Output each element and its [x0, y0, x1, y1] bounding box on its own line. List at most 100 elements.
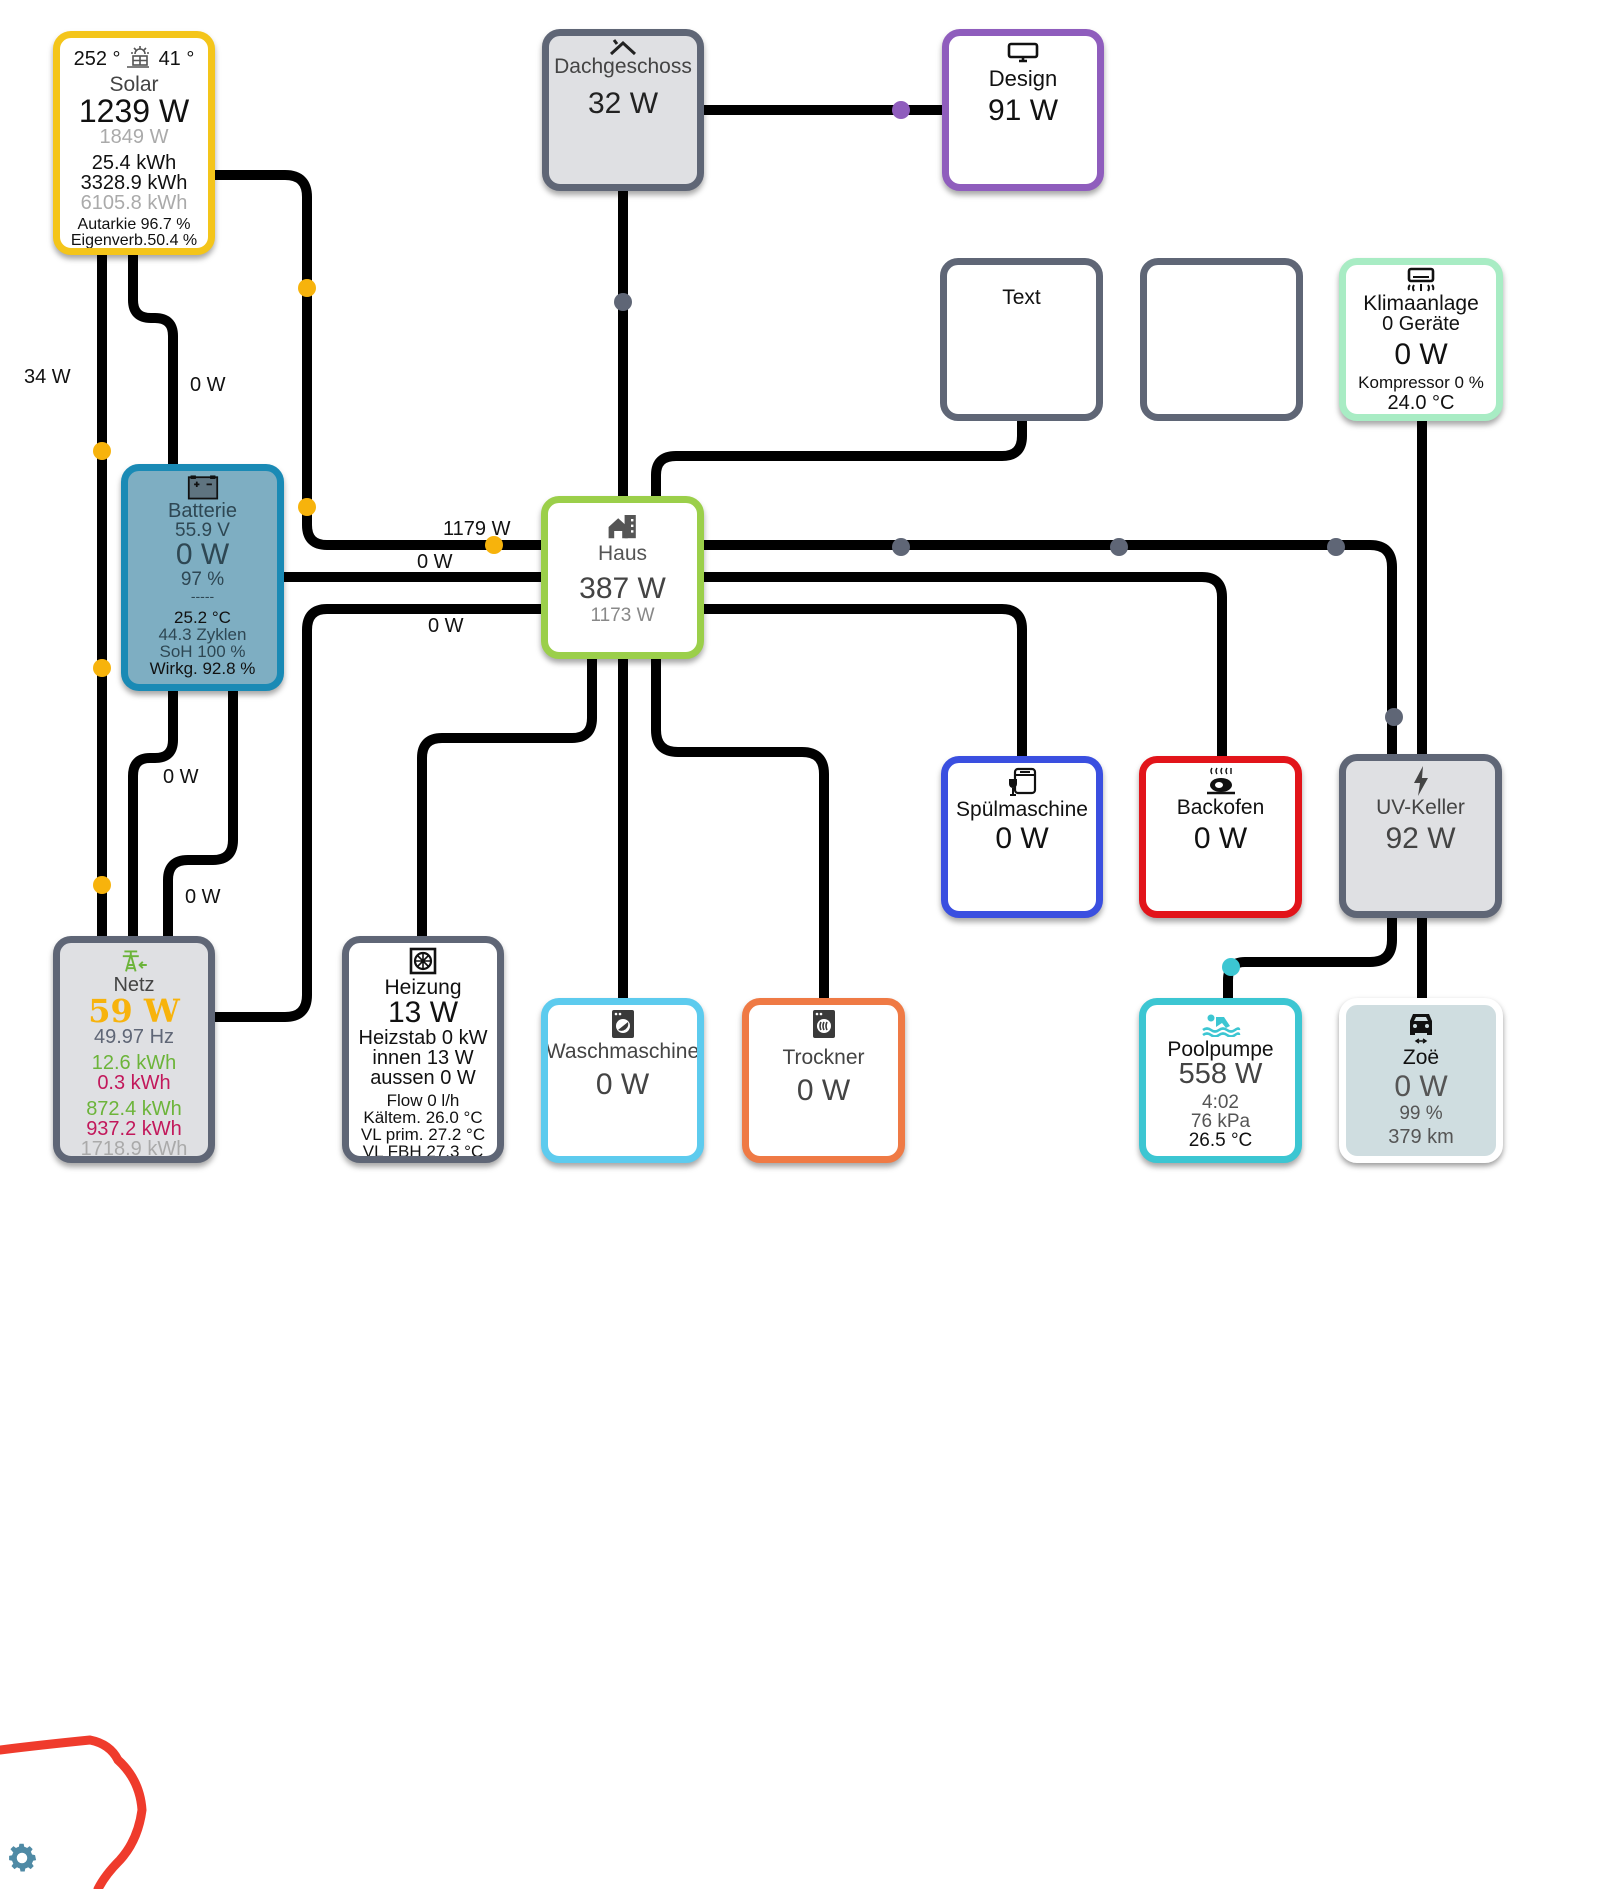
- dryer-node[interactable]: Trockner 0 W: [742, 998, 905, 1163]
- design-power: 91 W: [987, 94, 1059, 127]
- klima-temperature: 24.0 °C: [1387, 392, 1455, 414]
- solar-panel-sun-icon: [123, 44, 157, 74]
- heizung-heating-rod: Heizstab 0 kW: [358, 1027, 488, 1049]
- house-name: Haus: [597, 542, 648, 565]
- solar-self-consumption: Eigenverb.50.4 %: [70, 232, 198, 249]
- uvkeller-power: 92 W: [1385, 822, 1456, 855]
- flow-dot-solar-grid-3: [93, 876, 111, 894]
- line-solar-battery: [128, 254, 178, 464]
- flow-dot-uvkeller-2: [1110, 538, 1128, 556]
- battery-efficiency: Wirkg. 92.8 %: [149, 659, 256, 678]
- klima-devices: 0 Geräte: [1382, 313, 1460, 335]
- washer-name: Waschmaschine: [545, 1040, 700, 1063]
- flow-dot-uvkeller-1: [892, 538, 910, 556]
- grid-power: 59 W: [88, 992, 180, 1030]
- text-label: Text: [1002, 286, 1041, 309]
- pool-node[interactable]: Poolpumpe 558 W 4:02 76 kPa 26.5 °C: [1139, 998, 1302, 1163]
- line-house-heizung: [417, 658, 597, 936]
- dachgeschoss-name: Dachgeschoss: [554, 55, 692, 78]
- battery-temperature: 25.2 °C: [174, 608, 231, 627]
- transmission-tower-import-icon: [118, 947, 150, 975]
- line-house-dryer: [651, 658, 829, 998]
- solar-power: 1239 W: [78, 93, 190, 129]
- line-house-text: [651, 420, 1027, 496]
- house-power: 387 W: [579, 572, 666, 605]
- flow-label-solar-battery: 0 W: [190, 374, 226, 396]
- heizung-flow-floor: VL FBH 27.3 °C: [362, 1142, 484, 1161]
- flow-label-solar-grid: 34 W: [24, 366, 71, 388]
- battery-cycles: 44.3 Zyklen: [158, 625, 247, 644]
- dachgeschoss-node[interactable]: Dachgeschoss 32 W: [542, 29, 704, 191]
- klima-compressor: Kompressor 0 %: [1358, 373, 1484, 392]
- flow-label-battery-grid-b: 0 W: [185, 886, 221, 908]
- flow-dot-solar-grid-1: [93, 442, 111, 460]
- oven-node[interactable]: Backofen 0 W: [1139, 756, 1302, 918]
- solar-energy-today: 25.4 kWh: [91, 152, 177, 174]
- design-name: Design: [988, 66, 1058, 91]
- oven-power: 0 W: [1193, 822, 1248, 855]
- air-conditioner-icon: [1404, 267, 1438, 293]
- line-house-backofen: [703, 572, 1227, 756]
- swimmer-icon: [1201, 1013, 1241, 1038]
- grid-frequency: 49.97 Hz: [93, 1026, 175, 1048]
- car-name: Zoë: [1402, 1046, 1440, 1069]
- pool-pressure: 76 kPa: [1190, 1111, 1251, 1132]
- solar-energy-total: 3328.9 kWh: [80, 172, 188, 194]
- solar-energy-total-grey: 6105.8 kWh: [80, 192, 188, 214]
- dryer-name: Trockner: [782, 1046, 865, 1069]
- solar-autarky: Autarkie 96.7 %: [77, 216, 191, 233]
- oven-name: Backofen: [1176, 796, 1265, 819]
- flow-dot-pool: [1222, 958, 1240, 976]
- grid-node[interactable]: Netz 59 W 49.97 Hz 12.6 kWh 0.3 kWh 872.…: [53, 936, 215, 1163]
- klima-name: Klimaanlage: [1363, 292, 1479, 315]
- grid-import-today: 12.6 kWh: [91, 1052, 177, 1074]
- monitor-icon: [1005, 42, 1041, 64]
- battery-soh: SoH 100 %: [159, 642, 246, 661]
- solar-name: Solar: [109, 73, 159, 96]
- heizung-inside: innen 13 W: [372, 1047, 474, 1069]
- flow-dot-uvkeller-3: [1327, 538, 1345, 556]
- car-soc: 99 %: [1399, 1103, 1443, 1124]
- dishwasher-node[interactable]: Spülmaschine 0 W: [941, 756, 1103, 918]
- battery-power: 0 W: [175, 538, 230, 571]
- gear-icon: [9, 1843, 37, 1872]
- heizung-name: Heizung: [384, 976, 462, 999]
- flow-dot-solar-grid-2: [93, 659, 111, 677]
- car-power: 0 W: [1394, 1070, 1448, 1103]
- dishwasher-power: 0 W: [995, 822, 1049, 855]
- roast-chicken-icon: [1204, 765, 1238, 797]
- grid-total-grey: 1718.9 kWh: [80, 1138, 188, 1160]
- heizung-flow: Flow 0 l/h: [386, 1091, 460, 1110]
- flow-label-solar-house: 1179 W: [443, 518, 511, 540]
- flow-dot-solar-house-2: [298, 498, 316, 516]
- pool-temperature: 26.5 °C: [1188, 1130, 1253, 1151]
- pool-runtime: 4:02: [1202, 1092, 1239, 1113]
- text-node[interactable]: Text: [940, 258, 1103, 421]
- empty-node[interactable]: [1140, 258, 1303, 421]
- battery-node[interactable]: Batterie 55.9 V 0 W 97 % ----- 25.2 °C 4…: [121, 464, 284, 691]
- heizung-power: 13 W: [387, 996, 459, 1029]
- grid-export-total: 937.2 kWh: [86, 1118, 182, 1140]
- flow-label-battery-grid-a: 0 W: [163, 766, 199, 788]
- settings-button[interactable]: [4, 1840, 40, 1876]
- washer-node[interactable]: Waschmaschine 0 W: [541, 998, 704, 1163]
- dishwasher-name: Spülmaschine: [956, 798, 1088, 821]
- line-house-dishwasher: [703, 604, 1027, 756]
- roof-icon: [607, 38, 639, 56]
- design-node[interactable]: Design 91 W: [942, 29, 1104, 191]
- line-uvkeller-pool: [1223, 917, 1397, 998]
- pool-power: 558 W: [1178, 1058, 1263, 1090]
- heizung-node[interactable]: Heizung 13 W Heizstab 0 kW innen 13 W au…: [342, 936, 504, 1163]
- lightning-bolt-icon: [1411, 765, 1431, 797]
- pool-name: Poolpumpe: [1167, 1038, 1274, 1061]
- solar-node[interactable]: 252 ° 41 ° Solar 1239 W 1849 W 25.4 kWh …: [53, 31, 215, 255]
- car-node[interactable]: Zoë 0 W 99 % 379 km: [1339, 998, 1503, 1163]
- tumble-dryer-icon: [812, 1009, 836, 1039]
- dryer-power: 0 W: [796, 1074, 851, 1107]
- heizung-outside: aussen 0 W: [370, 1067, 476, 1089]
- flow-label-grid-house: 0 W: [428, 615, 464, 637]
- house-node[interactable]: Haus 387 W 1173 W: [541, 496, 704, 659]
- klima-node[interactable]: Klimaanlage 0 Geräte 0 W Kompressor 0 % …: [1339, 258, 1503, 421]
- uvkeller-node[interactable]: UV-Keller 92 W: [1339, 754, 1502, 918]
- washing-machine-icon: [611, 1009, 635, 1039]
